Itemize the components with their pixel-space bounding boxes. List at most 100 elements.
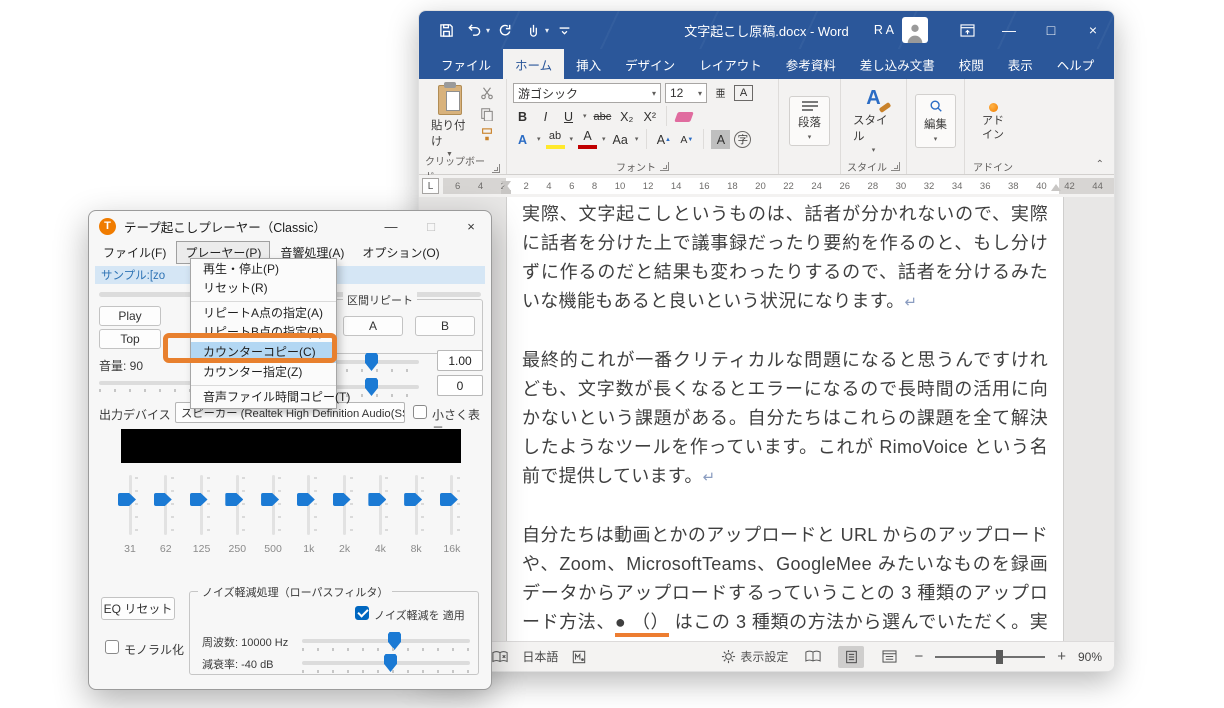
- eq-slider-thumb[interactable]: [404, 493, 422, 506]
- ribbon-tab[interactable]: 挿入: [564, 49, 613, 79]
- touch-mode-icon[interactable]: [520, 17, 546, 43]
- menu-item[interactable]: 音声ファイル時間コピー(T): [191, 388, 336, 407]
- text-effects-button[interactable]: A: [513, 130, 532, 149]
- font-name-combo[interactable]: 游ゴシック▾: [513, 83, 661, 103]
- grow-font-button[interactable]: A: [654, 130, 673, 149]
- ribbon-tab[interactable]: デザイン: [613, 49, 687, 79]
- cut-icon[interactable]: [478, 85, 496, 101]
- eq-slider-thumb[interactable]: [190, 493, 208, 506]
- ribbon-display-options-icon[interactable]: [946, 11, 988, 49]
- ribbon-tab[interactable]: ホーム: [503, 49, 564, 79]
- eq-slider-thumb[interactable]: [154, 493, 172, 506]
- phonetic-guide-button[interactable]: 亜: [711, 84, 730, 103]
- word-titlebar[interactable]: ▾ ▾ 文字起こし原稿.docx - Word R A — □ ×: [419, 11, 1114, 49]
- qat-customize-icon[interactable]: [551, 17, 577, 43]
- zoom-out-button[interactable]: −: [914, 648, 923, 665]
- undo-dropdown-icon[interactable]: ▾: [486, 26, 490, 35]
- player-close-button[interactable]: ×: [451, 211, 491, 241]
- left-indent-marker[interactable]: [501, 190, 511, 194]
- menu-item[interactable]: リセット(R): [191, 279, 336, 302]
- top-button[interactable]: Top: [99, 329, 161, 349]
- redo-icon[interactable]: [492, 17, 518, 43]
- read-mode-icon[interactable]: [800, 646, 826, 668]
- undo-icon[interactable]: [461, 17, 487, 43]
- repeat-a-button[interactable]: A: [343, 316, 403, 336]
- minimize-button[interactable]: —: [988, 11, 1030, 49]
- zoom-slider[interactable]: [935, 656, 1045, 658]
- noise-apply-checkbox[interactable]: [355, 606, 369, 620]
- collapse-ribbon-icon[interactable]: ⌃: [1096, 159, 1104, 170]
- player-menu[interactable]: オプション(O): [354, 241, 447, 264]
- underline-button[interactable]: U: [559, 107, 578, 126]
- character-border-button[interactable]: A: [734, 85, 753, 101]
- ribbon-tab[interactable]: 差し込み文書: [848, 49, 947, 79]
- ribbon-tab[interactable]: 参考資料: [774, 49, 848, 79]
- zoom-in-button[interactable]: +: [1057, 648, 1066, 665]
- addin-button[interactable]: アドイン: [982, 99, 1004, 142]
- menu-item[interactable]: 再生・停止(P): [191, 260, 336, 279]
- format-painter-icon[interactable]: [478, 127, 496, 143]
- paragraph-menu-button[interactable]: 段落 ▾: [789, 96, 830, 146]
- clipboard-dialog-launcher-icon[interactable]: [492, 164, 500, 173]
- ribbon-tab[interactable]: 校閲: [947, 49, 996, 79]
- search-assist-button[interactable]: 操作アシス: [1106, 49, 1115, 79]
- clear-formatting-button[interactable]: [674, 107, 694, 126]
- menu-item[interactable]: カウンターコピー(C): [191, 342, 336, 363]
- font-dialog-launcher-icon[interactable]: [660, 162, 669, 171]
- highlight-button[interactable]: ab: [546, 130, 565, 149]
- player-menu[interactable]: ファイル(F): [95, 241, 174, 264]
- shrink-font-button[interactable]: A: [677, 130, 696, 149]
- mono-checkbox[interactable]: [105, 640, 119, 654]
- frequency-slider[interactable]: [302, 639, 470, 643]
- document-page[interactable]: 実際、文字起こしというものは、話者が分かれないので、実際に話者を分けた上で議事録…: [506, 197, 1064, 643]
- zoom-level[interactable]: 90%: [1078, 650, 1102, 664]
- subscript-button[interactable]: X₂: [617, 107, 636, 126]
- font-color-button[interactable]: A: [578, 130, 597, 149]
- eq-slider-thumb[interactable]: [333, 493, 351, 506]
- right-indent-marker[interactable]: [1051, 184, 1061, 191]
- save-icon[interactable]: [433, 17, 459, 43]
- display-settings-button[interactable]: 表示設定: [721, 648, 788, 665]
- italic-button[interactable]: I: [536, 107, 555, 126]
- language-status[interactable]: 日本語: [522, 648, 558, 665]
- font-size-combo[interactable]: 12▾: [665, 83, 707, 103]
- macro-icon[interactable]: [572, 650, 586, 664]
- eq-slider-thumb[interactable]: [225, 493, 243, 506]
- ribbon-tab[interactable]: ヘルプ: [1045, 49, 1107, 79]
- eq-reset-button[interactable]: EQ リセット: [101, 597, 175, 620]
- zoom-slider-thumb[interactable]: [996, 650, 1003, 664]
- copy-icon[interactable]: [478, 106, 496, 122]
- touch-mode-dropdown-icon[interactable]: ▾: [545, 26, 549, 35]
- character-shading-button[interactable]: A: [711, 130, 730, 149]
- enclose-characters-button[interactable]: 字: [734, 131, 751, 148]
- play-button[interactable]: Play: [99, 306, 161, 326]
- eq-slider-thumb[interactable]: [118, 493, 136, 506]
- ribbon-tab[interactable]: レイアウト: [687, 49, 774, 79]
- player-titlebar[interactable]: T テープ起こしプレーヤー（Classic） — □ ×: [89, 211, 491, 241]
- text-effects-dropdown-icon[interactable]: ▾: [537, 135, 541, 143]
- tab-stop-selector[interactable]: L: [422, 178, 439, 194]
- web-layout-icon[interactable]: [876, 646, 902, 668]
- superscript-button[interactable]: X²: [640, 107, 659, 126]
- menu-item[interactable]: リピートA点の指定(A): [191, 304, 336, 323]
- proofing-icon[interactable]: [492, 650, 508, 664]
- pitch-value[interactable]: 0: [437, 375, 483, 396]
- change-case-button[interactable]: Aa: [611, 130, 630, 149]
- small-view-checkbox[interactable]: [413, 405, 427, 419]
- attenuation-slider[interactable]: [302, 661, 470, 665]
- avatar[interactable]: [902, 17, 928, 43]
- underline-dropdown-icon[interactable]: ▾: [583, 112, 587, 120]
- menu-item[interactable]: カウンター指定(Z): [191, 363, 336, 386]
- menu-item[interactable]: リピートB点の指定(B): [191, 323, 336, 342]
- eq-slider-thumb[interactable]: [368, 493, 386, 506]
- speed-value[interactable]: 1.00: [437, 350, 483, 371]
- change-case-dropdown-icon[interactable]: ▾: [635, 135, 639, 143]
- player-minimize-button[interactable]: —: [371, 211, 411, 241]
- print-layout-icon[interactable]: [838, 646, 864, 668]
- maximize-button[interactable]: □: [1030, 11, 1072, 49]
- editing-menu-button[interactable]: 編集 ▾: [915, 94, 956, 148]
- repeat-b-button[interactable]: B: [415, 316, 475, 336]
- styles-button[interactable]: A スタイル▾: [847, 85, 900, 156]
- styles-dialog-launcher-icon[interactable]: [891, 162, 900, 171]
- close-button[interactable]: ×: [1072, 11, 1114, 49]
